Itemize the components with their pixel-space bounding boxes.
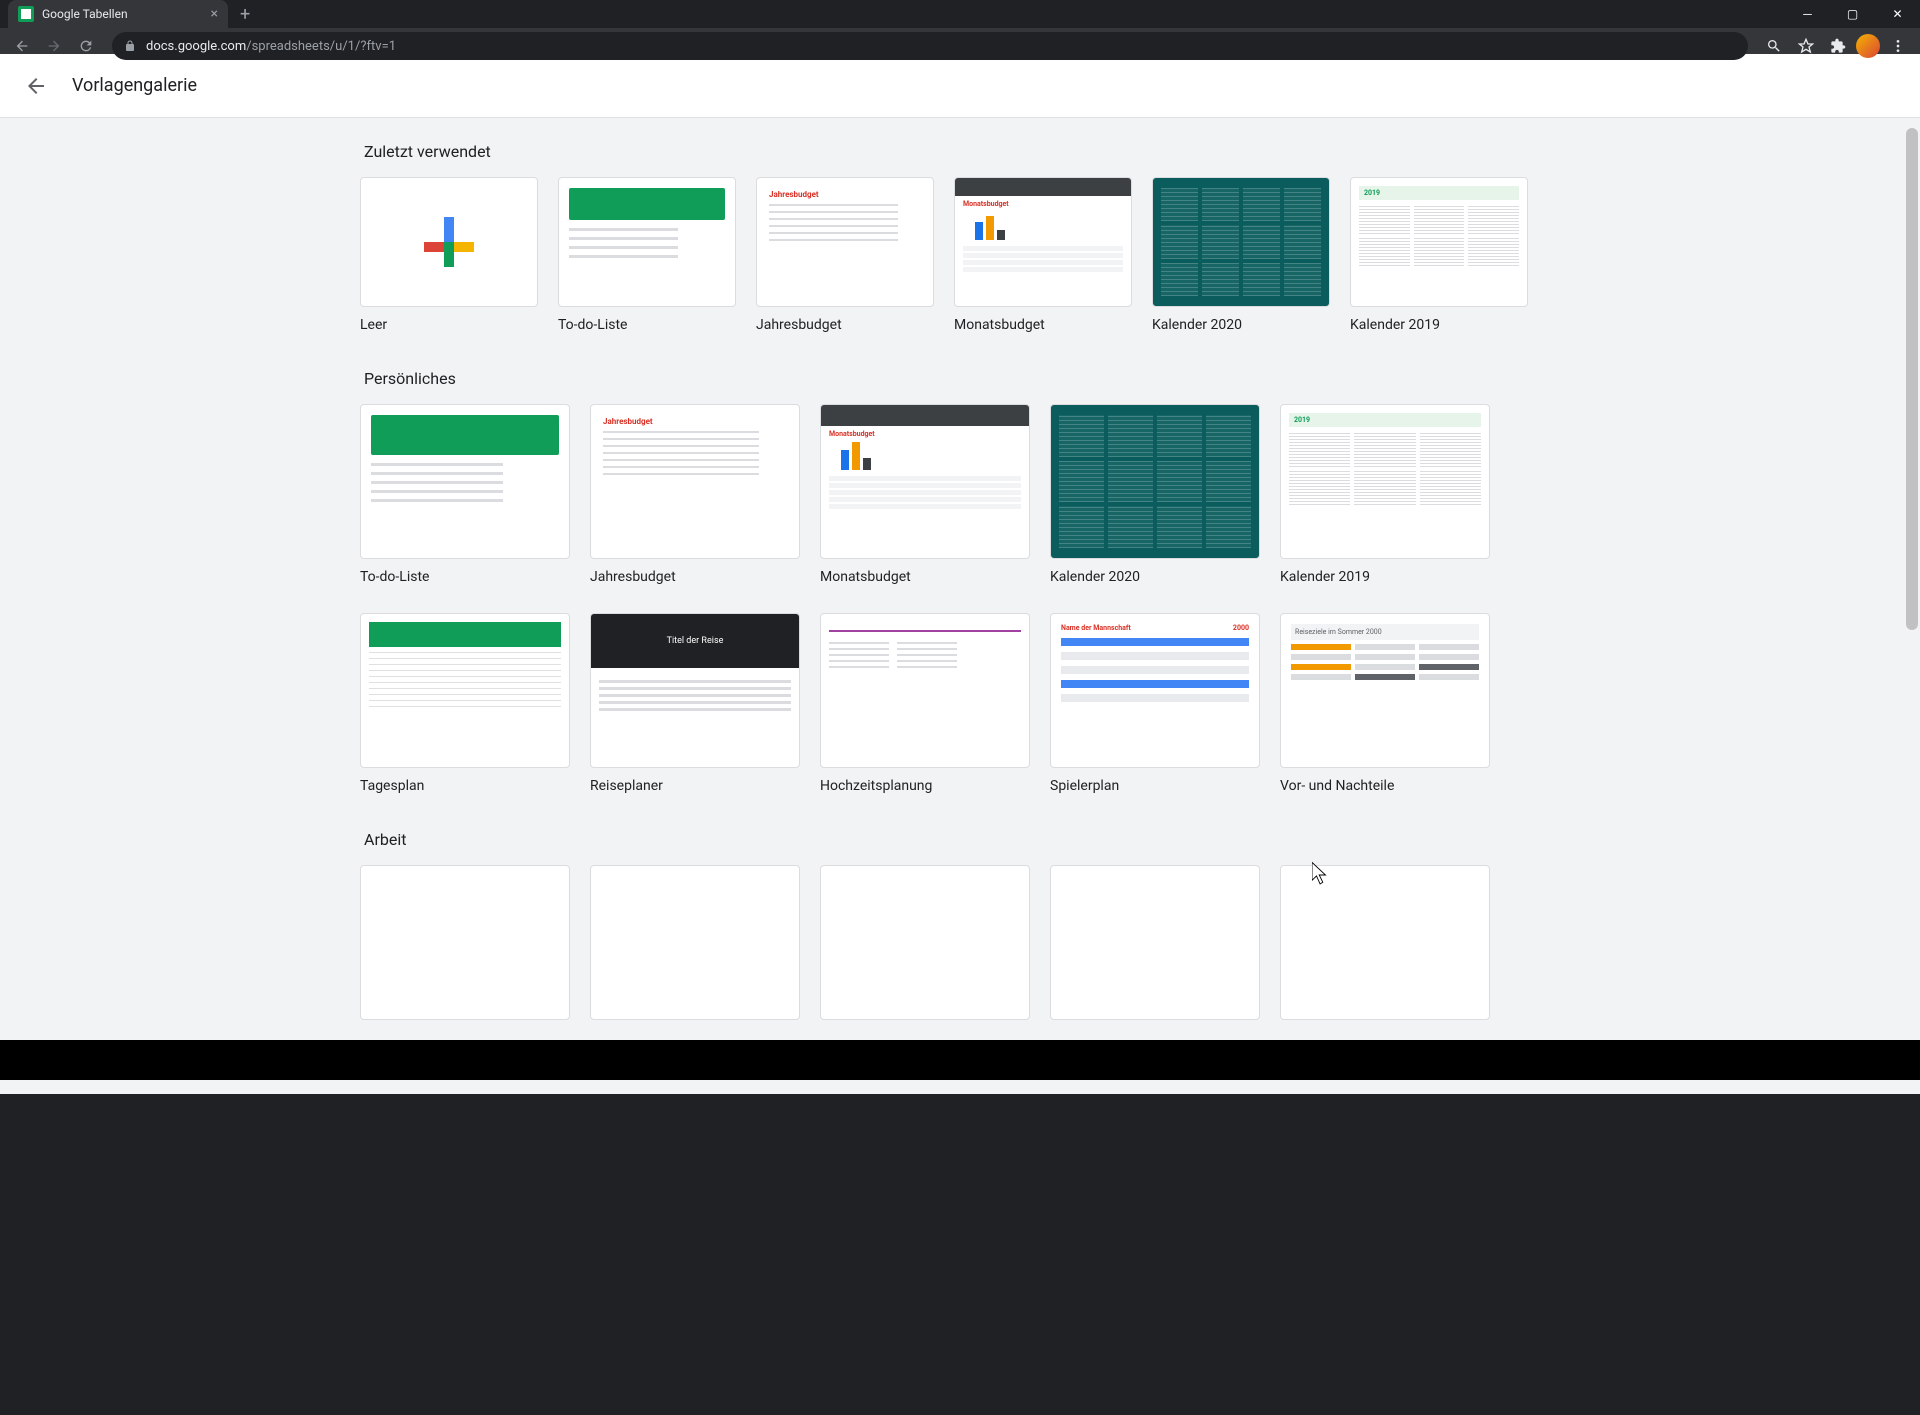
browser-tab[interactable]: Google Tabellen × bbox=[8, 0, 228, 28]
template-travel-planner[interactable]: Titel der Reise Reiseplaner bbox=[590, 613, 800, 794]
page-header: Vorlagengalerie bbox=[0, 54, 1920, 118]
zoom-icon[interactable] bbox=[1760, 32, 1788, 60]
page-title: Vorlagengalerie bbox=[72, 75, 197, 96]
template-label: Monatsbudget bbox=[954, 317, 1132, 333]
section-title-personal: Persönliches bbox=[360, 369, 1560, 388]
toolbar-right bbox=[1760, 32, 1912, 60]
template-label: To-do-Liste bbox=[360, 569, 570, 585]
template-label: Kalender 2019 bbox=[1280, 569, 1490, 585]
address-bar[interactable]: docs.google.com/spreadsheets/u/1/?ftv=1 bbox=[112, 32, 1748, 60]
template-pros-cons[interactable]: Reiseziele im Sommer 2000 Vor- und Nacht… bbox=[1280, 613, 1490, 794]
template-calendar-2020[interactable]: Kalender 2020 bbox=[1152, 177, 1330, 333]
template-label: Reiseplaner bbox=[590, 778, 800, 794]
new-tab-button[interactable]: + bbox=[240, 4, 250, 25]
template-label: Tagesplan bbox=[360, 778, 570, 794]
lock-icon bbox=[124, 40, 136, 52]
template-label: Kalender 2020 bbox=[1050, 569, 1260, 585]
template-label: Vor- und Nachteile bbox=[1280, 778, 1490, 794]
avatar[interactable] bbox=[1856, 34, 1880, 58]
template-blank[interactable]: Leer bbox=[360, 177, 538, 333]
browser-toolbar: docs.google.com/spreadsheets/u/1/?ftv=1 bbox=[0, 28, 1920, 64]
content-area: Zuletzt verwendet Leer bbox=[0, 118, 1920, 1094]
template-label: To-do-Liste bbox=[558, 317, 736, 333]
back-button[interactable] bbox=[8, 32, 36, 60]
browser-chrome: Google Tabellen × + ─ ▢ ✕ docs.google.co… bbox=[0, 0, 1920, 54]
template-label: Leer bbox=[360, 317, 538, 333]
template-placeholder[interactable] bbox=[820, 865, 1030, 1020]
template-annual-budget[interactable]: Jahresbudget Jahresbudget bbox=[590, 404, 800, 585]
template-placeholder[interactable] bbox=[590, 865, 800, 1020]
template-label: Kalender 2020 bbox=[1152, 317, 1330, 333]
template-label: Jahresbudget bbox=[590, 569, 800, 585]
close-window-button[interactable]: ✕ bbox=[1875, 0, 1920, 28]
template-todo[interactable]: To-do-Liste bbox=[360, 404, 570, 585]
back-arrow-icon[interactable] bbox=[24, 74, 48, 98]
section-title-recent: Zuletzt verwendet bbox=[360, 142, 1560, 161]
template-annual-budget[interactable]: Jahresbudget Jahresbudget bbox=[756, 177, 934, 333]
section-work: Arbeit bbox=[360, 830, 1560, 1020]
reload-button[interactable] bbox=[72, 32, 100, 60]
template-placeholder[interactable] bbox=[360, 865, 570, 1020]
maximize-button[interactable]: ▢ bbox=[1830, 0, 1875, 28]
extensions-icon[interactable] bbox=[1824, 32, 1852, 60]
template-label: Kalender 2019 bbox=[1350, 317, 1528, 333]
section-recent: Zuletzt verwendet Leer bbox=[360, 142, 1560, 333]
url-text: docs.google.com/spreadsheets/u/1/?ftv=1 bbox=[146, 39, 396, 54]
section-title-work: Arbeit bbox=[360, 830, 1560, 849]
sheets-icon bbox=[18, 6, 34, 22]
template-monthly-budget[interactable]: Monatsbudget Monatsbudget bbox=[820, 404, 1030, 585]
template-gallery: Zuletzt verwendet Leer bbox=[0, 118, 1920, 1094]
template-calendar-2020[interactable]: Kalender 2020 bbox=[1050, 404, 1260, 585]
tab-title: Google Tabellen bbox=[42, 7, 128, 21]
taskbar[interactable] bbox=[0, 1040, 1920, 1080]
scrollbar-thumb[interactable] bbox=[1906, 128, 1918, 630]
scrollbar[interactable] bbox=[1904, 128, 1920, 1040]
window-controls: ─ ▢ ✕ bbox=[1785, 0, 1920, 28]
menu-icon[interactable] bbox=[1884, 32, 1912, 60]
section-personal: Persönliches To-do-Liste Jahresbudget bbox=[360, 369, 1560, 794]
template-placeholder[interactable] bbox=[1280, 865, 1490, 1020]
bookmark-icon[interactable] bbox=[1792, 32, 1820, 60]
plus-icon bbox=[424, 217, 474, 267]
template-calendar-2019[interactable]: 2019 Kalender 2019 bbox=[1280, 404, 1490, 585]
template-placeholder[interactable] bbox=[1050, 865, 1260, 1020]
template-player-plan[interactable]: Name der Mannschaft2000 Spielerplan bbox=[1050, 613, 1260, 794]
template-label: Spielerplan bbox=[1050, 778, 1260, 794]
template-calendar-2019[interactable]: 2019 Kalender 2019 bbox=[1350, 177, 1528, 333]
close-icon[interactable]: × bbox=[211, 6, 218, 22]
template-wedding-plan[interactable]: Hochzeitsplanung bbox=[820, 613, 1030, 794]
tab-bar: Google Tabellen × + ─ ▢ ✕ bbox=[0, 0, 1920, 28]
template-todo[interactable]: To-do-Liste bbox=[558, 177, 736, 333]
forward-button[interactable] bbox=[40, 32, 68, 60]
template-label: Jahresbudget bbox=[756, 317, 934, 333]
minimize-button[interactable]: ─ bbox=[1785, 0, 1830, 28]
template-label: Monatsbudget bbox=[820, 569, 1030, 585]
template-day-plan[interactable]: Tagesplan bbox=[360, 613, 570, 794]
template-label: Hochzeitsplanung bbox=[820, 778, 1030, 794]
template-monthly-budget[interactable]: Monatsbudget Monatsbudget bbox=[954, 177, 1132, 333]
